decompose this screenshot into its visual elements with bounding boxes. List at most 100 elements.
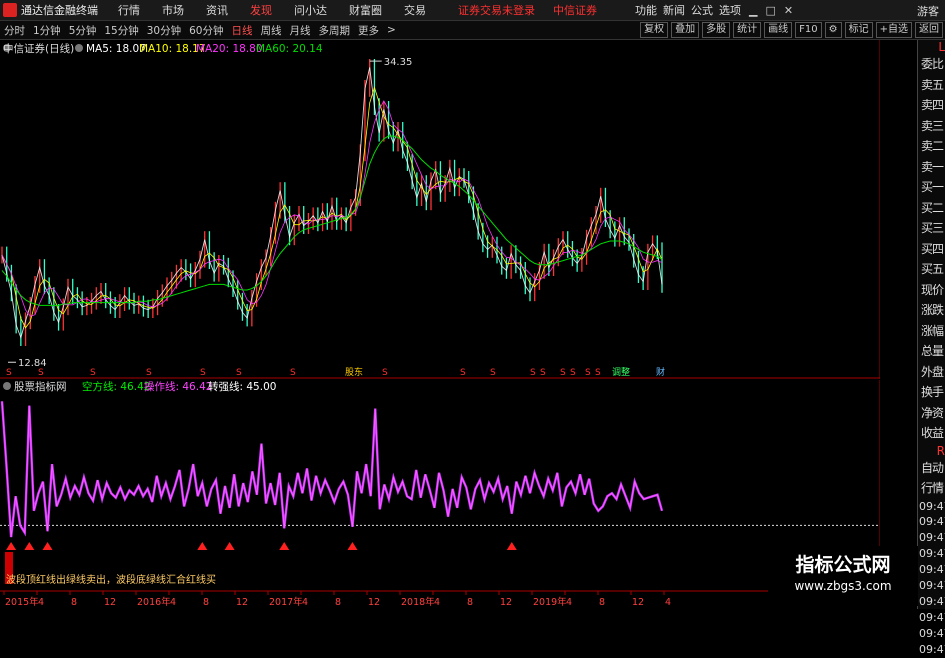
menu-options[interactable]: 选项 — [719, 2, 741, 18]
date-tick-label: 12 — [500, 597, 512, 608]
price-chart-bg — [0, 40, 880, 379]
adjust-button[interactable]: 复权 — [640, 22, 669, 38]
minimize-icon[interactable]: ▁ — [749, 4, 757, 17]
indicator-chart-bg — [0, 380, 880, 588]
low-price-label: 12.84 — [18, 358, 47, 369]
tab-60min[interactable]: 60分钟 — [189, 23, 223, 38]
sidebar-quote-item: 涨幅 — [920, 323, 944, 338]
mark-button[interactable]: 标记 — [844, 22, 873, 38]
tab-30min[interactable]: 30分钟 — [147, 23, 181, 38]
multi-stock-button[interactable]: 多股 — [702, 22, 731, 38]
watermark-url: www.zbgs3.com — [794, 579, 892, 593]
menu-item-discover[interactable]: 发现 — [250, 2, 272, 18]
tab-multi-period[interactable]: 多周期 — [319, 23, 351, 38]
event-marker[interactable]: S — [570, 368, 576, 378]
tab-daily[interactable]: 日线 — [232, 23, 253, 38]
overlay-button[interactable]: 叠加 — [671, 22, 700, 38]
event-marker[interactable]: 股东 — [345, 366, 363, 378]
ma-settings-icon[interactable] — [75, 44, 83, 52]
event-marker[interactable]: S — [585, 368, 591, 378]
stats-button[interactable]: 统计 — [733, 22, 762, 38]
event-marker[interactable]: S — [530, 368, 536, 378]
maximize-icon[interactable]: □ — [765, 4, 775, 17]
tab-monthly[interactable]: 月线 — [290, 23, 311, 38]
tab-1min[interactable]: 1分钟 — [33, 23, 61, 38]
guest-label[interactable]: 游客 — [917, 3, 939, 19]
add-watchlist-button[interactable]: +自选 — [875, 22, 912, 38]
ma5-label: MA5: 18.07 — [86, 43, 146, 55]
date-tick-label: 4 — [302, 597, 308, 608]
event-marker[interactable]: S — [290, 368, 296, 378]
sidebar-quote-item: 收益 — [920, 426, 944, 440]
menu-item-quotes[interactable]: 行情 — [118, 2, 140, 18]
event-marker[interactable]: S — [460, 368, 466, 378]
sidebar-trade-time: 09:47 — [919, 531, 945, 545]
event-marker[interactable]: S — [200, 368, 206, 378]
sidebar-quote-item: 买四 — [920, 241, 944, 256]
tab-weekly[interactable]: 周线 — [261, 23, 282, 38]
menu-item-news[interactable]: 资讯 — [206, 2, 228, 18]
menu-item-trade[interactable]: 交易 — [404, 2, 426, 18]
broker-name: 中信证券 — [553, 4, 597, 17]
price-chart[interactable]: 中信证券(日线) MA5: 18.07 MA10: 18.17 MA20: 18… — [0, 40, 880, 379]
event-marker[interactable]: S — [6, 368, 12, 378]
sidebar-lower-item[interactable]: 行情 — [918, 478, 945, 499]
event-marker[interactable]: S — [540, 368, 546, 378]
sidebar-quote-item: 买一 — [920, 180, 944, 194]
ma60-label: MA60: 20.14 — [256, 43, 323, 55]
date-tick-label: 2017年 — [269, 596, 303, 608]
sidebar-quote-item: 委比 — [920, 57, 944, 71]
menu-item-ask[interactable]: 问小达 — [294, 2, 327, 18]
indicator-chart[interactable]: 股票指标网 空方线: 46.42 操作线: 46.42 转强线: 45.00 5… — [0, 380, 880, 588]
sidebar-quote-item: 买二 — [920, 200, 944, 215]
date-axis: 2015年 4 8 12 2016年 4 8 12 2017年 4 8 12 2018年 4 8 12 2019… — [0, 590, 880, 609]
draw-button[interactable]: 画线 — [764, 22, 793, 38]
indicator-name: 股票指标网 — [14, 380, 67, 393]
sidebar-quote-item: 卖一 — [920, 159, 944, 174]
menu-item-market[interactable]: 市场 — [162, 2, 184, 18]
menu-item-wealth[interactable]: 财富圈 — [349, 2, 382, 18]
chevron-right-icon[interactable]: > — [387, 24, 396, 36]
tab-more[interactable]: 更多 — [358, 23, 379, 38]
event-marker[interactable]: S — [236, 368, 242, 378]
date-tick-label: 8 — [203, 597, 209, 608]
menu-news[interactable]: 新闻 — [663, 2, 685, 18]
date-tick-label: 4 — [665, 597, 671, 608]
indicator-note: 波段顶红线出绿线卖出，波段底绿线汇合红线买 — [6, 573, 216, 586]
sidebar-trade-time: 09:47 — [919, 610, 945, 624]
sidebar-quote-item: 卖三 — [920, 118, 944, 133]
event-marker[interactable]: S — [382, 368, 388, 378]
menu-formula[interactable]: 公式 — [691, 2, 713, 18]
sidebar-top-label[interactable]: L — [918, 40, 945, 54]
indicator-settings-icon[interactable] — [3, 382, 11, 390]
sidebar-quote-item: 总量 — [920, 344, 944, 358]
high-price-label: 34.35 — [384, 57, 413, 68]
tab-5min[interactable]: 5分钟 — [69, 23, 97, 38]
event-marker[interactable]: 财 — [656, 366, 665, 378]
settings-icon[interactable]: ⚙ — [824, 22, 842, 38]
sidebar-trade-time: 09:47 — [919, 515, 945, 529]
event-marker[interactable]: S — [595, 368, 601, 378]
event-marker[interactable]: S — [560, 368, 566, 378]
operation-line-label: 操作线: 46.42 — [144, 380, 212, 393]
sidebar-lower-item[interactable]: 自动 — [918, 458, 945, 479]
event-marker[interactable]: 调整 — [612, 366, 630, 378]
back-button[interactable]: 返回 — [915, 22, 943, 38]
timeframe-toolbar: 分时 1分钟 5分钟 15分钟 30分钟 60分钟 日线 周线 月线 多周期 更… — [0, 21, 945, 40]
tab-intraday[interactable]: 分时 — [4, 23, 25, 38]
event-marker[interactable]: S — [38, 368, 44, 378]
sidebar-trade-time: 09:47 — [919, 563, 945, 577]
f10-button[interactable]: F10 — [795, 22, 822, 38]
login-notice[interactable]: 证券交易未登录 — [458, 2, 535, 18]
sidebar-mid-label[interactable]: R — [918, 444, 945, 458]
menu-function[interactable]: 功能 — [635, 2, 657, 18]
quote-sidebar: L 委比 卖五 卖四 卖三 卖二 卖一 买一 买二 买三 买四 买五 现价 涨跌 涨幅 总量 外盘 换手 净资 收益… — [917, 40, 945, 656]
date-tick-label: 2015年 — [5, 596, 39, 608]
event-marker[interactable]: S — [490, 368, 496, 378]
date-tick-label: 8 — [467, 597, 473, 608]
sidebar-quote-item: 现价 — [920, 282, 944, 297]
event-marker[interactable]: S — [90, 368, 96, 378]
tab-15min[interactable]: 15分钟 — [104, 23, 138, 38]
event-marker[interactable]: S — [146, 368, 152, 378]
close-icon[interactable]: ✕ — [784, 4, 793, 17]
